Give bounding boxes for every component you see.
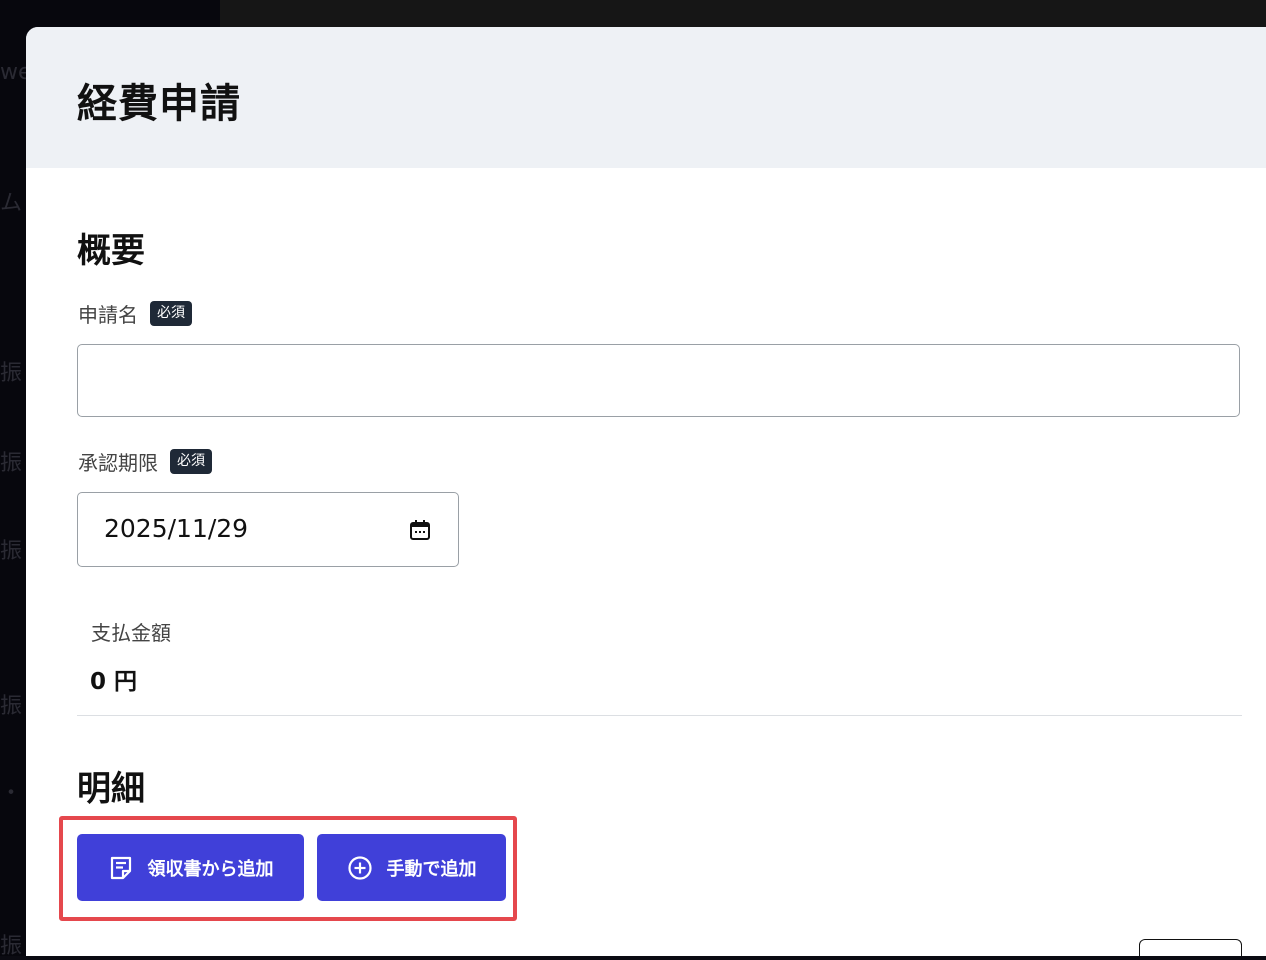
approval-deadline-value: 2025/11/29 bbox=[104, 514, 249, 543]
receipt-icon bbox=[108, 855, 134, 881]
background-text-fragment: 振 bbox=[0, 694, 23, 719]
required-badge: 必須 bbox=[170, 449, 212, 474]
add-from-receipt-button[interactable]: 領収書から追加 bbox=[77, 834, 304, 901]
add-from-receipt-label: 領収書から追加 bbox=[147, 858, 274, 880]
details-section-title: 明細 bbox=[77, 769, 145, 809]
background-text-fragment: we bbox=[0, 60, 26, 85]
required-badge: 必須 bbox=[150, 301, 192, 326]
expense-application-modal: 経費申請 概要 申請名 必須 承認期限 必須 2025/11/29 支払金額 0… bbox=[26, 27, 1266, 956]
background-text-fragment: 振 bbox=[0, 451, 23, 476]
background-text-fragment: ・・ bbox=[0, 781, 26, 806]
application-name-input[interactable] bbox=[77, 344, 1240, 417]
partial-button[interactable] bbox=[1139, 939, 1242, 956]
background-text-fragment: ム bbox=[0, 191, 23, 216]
application-name-label-text: 申請名 bbox=[78, 303, 138, 327]
background-text-fragment: 振 bbox=[0, 361, 23, 386]
overview-section-title: 概要 bbox=[77, 231, 145, 271]
modal-header: 経費申請 bbox=[26, 27, 1266, 168]
payment-amount-label: 支払金額 bbox=[91, 621, 171, 645]
add-manually-label: 手動で追加 bbox=[386, 858, 477, 880]
approval-deadline-date-input[interactable]: 2025/11/29 bbox=[77, 492, 459, 567]
background-text-fragment: 振 bbox=[0, 934, 23, 959]
background-text-fragment: 振 bbox=[0, 539, 23, 564]
payment-amount-value: 0 円 bbox=[90, 669, 138, 695]
section-divider bbox=[77, 715, 1242, 716]
calendar-icon[interactable] bbox=[408, 518, 432, 542]
modal-title: 経費申請 bbox=[77, 81, 241, 127]
backdrop-top-bar bbox=[220, 0, 1266, 28]
plus-circle-icon bbox=[347, 855, 373, 881]
approval-deadline-label: 承認期限 必須 bbox=[78, 447, 212, 476]
application-name-label: 申請名 必須 bbox=[78, 299, 192, 328]
add-manually-button[interactable]: 手動で追加 bbox=[317, 834, 506, 901]
approval-deadline-label-text: 承認期限 bbox=[78, 451, 158, 475]
